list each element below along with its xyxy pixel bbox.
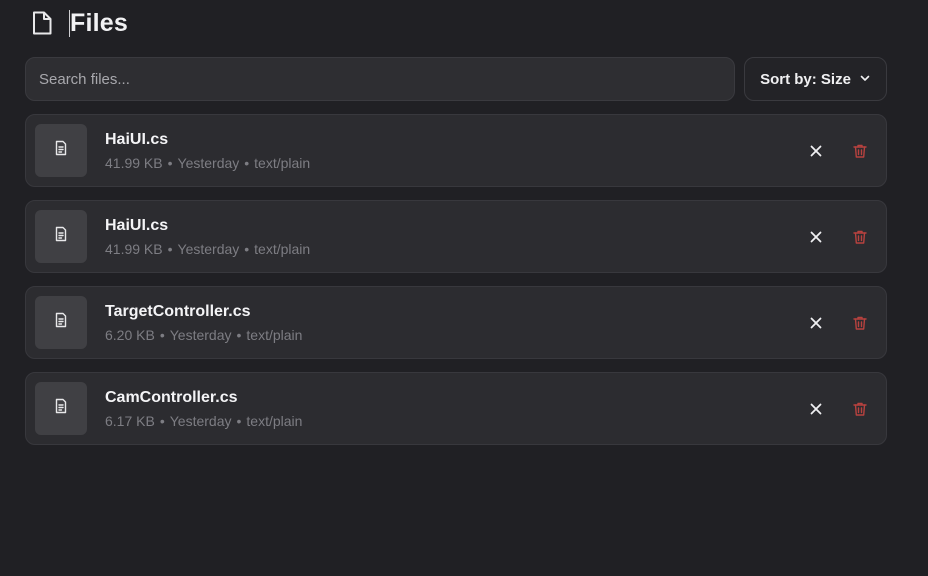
document-icon bbox=[53, 140, 69, 161]
file-name: TargetController.cs bbox=[105, 302, 251, 320]
document-icon bbox=[53, 398, 69, 419]
file-info: CamController.cs 6.17 KB • Yesterday • t… bbox=[105, 389, 302, 429]
trash-icon[interactable] bbox=[849, 226, 871, 248]
document-icon bbox=[53, 312, 69, 333]
file-info: TargetController.cs 6.20 KB • Yesterday … bbox=[105, 303, 302, 343]
file-date: Yesterday bbox=[177, 154, 240, 171]
page-title: Files bbox=[70, 8, 128, 37]
file-meta: 41.99 KB • Yesterday • text/plain bbox=[105, 241, 310, 257]
file-name: CamController.cs bbox=[105, 388, 238, 406]
file-name: HaiUI.cs bbox=[105, 130, 169, 148]
file-date: Yesterday bbox=[177, 240, 240, 257]
file-meta: 6.17 KB • Yesterday • text/plain bbox=[105, 413, 302, 429]
file-size: 41.99 KB bbox=[105, 154, 163, 171]
file-actions bbox=[805, 398, 871, 420]
close-icon[interactable] bbox=[805, 140, 827, 162]
file-date: Yesterday bbox=[169, 412, 232, 429]
close-icon[interactable] bbox=[805, 312, 827, 334]
file-name: HaiUI.cs bbox=[105, 216, 169, 234]
toolbar: Sort by: Size bbox=[25, 57, 887, 101]
search-field[interactable] bbox=[25, 57, 735, 101]
file-size: 41.99 KB bbox=[105, 240, 163, 257]
file-thumbnail bbox=[35, 210, 87, 263]
meta-separator: • bbox=[244, 154, 250, 171]
file-meta: 6.20 KB • Yesterday • text/plain bbox=[105, 327, 302, 343]
file-list: HaiUI.cs 41.99 KB • Yesterday • text/pla… bbox=[25, 114, 887, 445]
close-icon[interactable] bbox=[805, 226, 827, 248]
file-type: text/plain bbox=[246, 326, 303, 343]
meta-separator: • bbox=[236, 326, 242, 343]
meta-separator: • bbox=[236, 412, 242, 429]
file-actions bbox=[805, 226, 871, 248]
file-thumbnail bbox=[35, 124, 87, 177]
file-row[interactable]: CamController.cs 6.17 KB • Yesterday • t… bbox=[25, 372, 887, 445]
file-thumbnail bbox=[35, 296, 87, 349]
meta-separator: • bbox=[159, 412, 165, 429]
file-row[interactable]: HaiUI.cs 41.99 KB • Yesterday • text/pla… bbox=[25, 114, 887, 187]
chevron-down-icon bbox=[859, 71, 871, 88]
file-thumbnail bbox=[35, 382, 87, 435]
trash-icon[interactable] bbox=[849, 312, 871, 334]
file-type: text/plain bbox=[246, 412, 303, 429]
file-size: 6.17 KB bbox=[105, 412, 155, 429]
meta-separator: • bbox=[167, 154, 173, 171]
meta-separator: • bbox=[244, 240, 250, 257]
sort-label: Sort by: Size bbox=[760, 70, 851, 88]
file-actions bbox=[805, 312, 871, 334]
file-type: text/plain bbox=[254, 240, 311, 257]
header: Files bbox=[31, 8, 128, 38]
file-icon bbox=[31, 10, 53, 36]
file-info: HaiUI.cs 41.99 KB • Yesterday • text/pla… bbox=[105, 217, 310, 257]
file-actions bbox=[805, 140, 871, 162]
file-size: 6.20 KB bbox=[105, 326, 155, 343]
files-panel: Files Sort by: Size HaiUI.cs bbox=[0, 0, 928, 576]
file-date: Yesterday bbox=[169, 326, 232, 343]
trash-icon[interactable] bbox=[849, 398, 871, 420]
meta-separator: • bbox=[167, 240, 173, 257]
file-meta: 41.99 KB • Yesterday • text/plain bbox=[105, 155, 310, 171]
close-icon[interactable] bbox=[805, 398, 827, 420]
meta-separator: • bbox=[159, 326, 165, 343]
file-row[interactable]: TargetController.cs 6.20 KB • Yesterday … bbox=[25, 286, 887, 359]
search-input[interactable] bbox=[39, 70, 721, 88]
sort-button[interactable]: Sort by: Size bbox=[744, 57, 887, 101]
file-row[interactable]: HaiUI.cs 41.99 KB • Yesterday • text/pla… bbox=[25, 200, 887, 273]
trash-icon[interactable] bbox=[849, 140, 871, 162]
file-info: HaiUI.cs 41.99 KB • Yesterday • text/pla… bbox=[105, 131, 310, 171]
file-type: text/plain bbox=[254, 154, 311, 171]
document-icon bbox=[53, 226, 69, 247]
